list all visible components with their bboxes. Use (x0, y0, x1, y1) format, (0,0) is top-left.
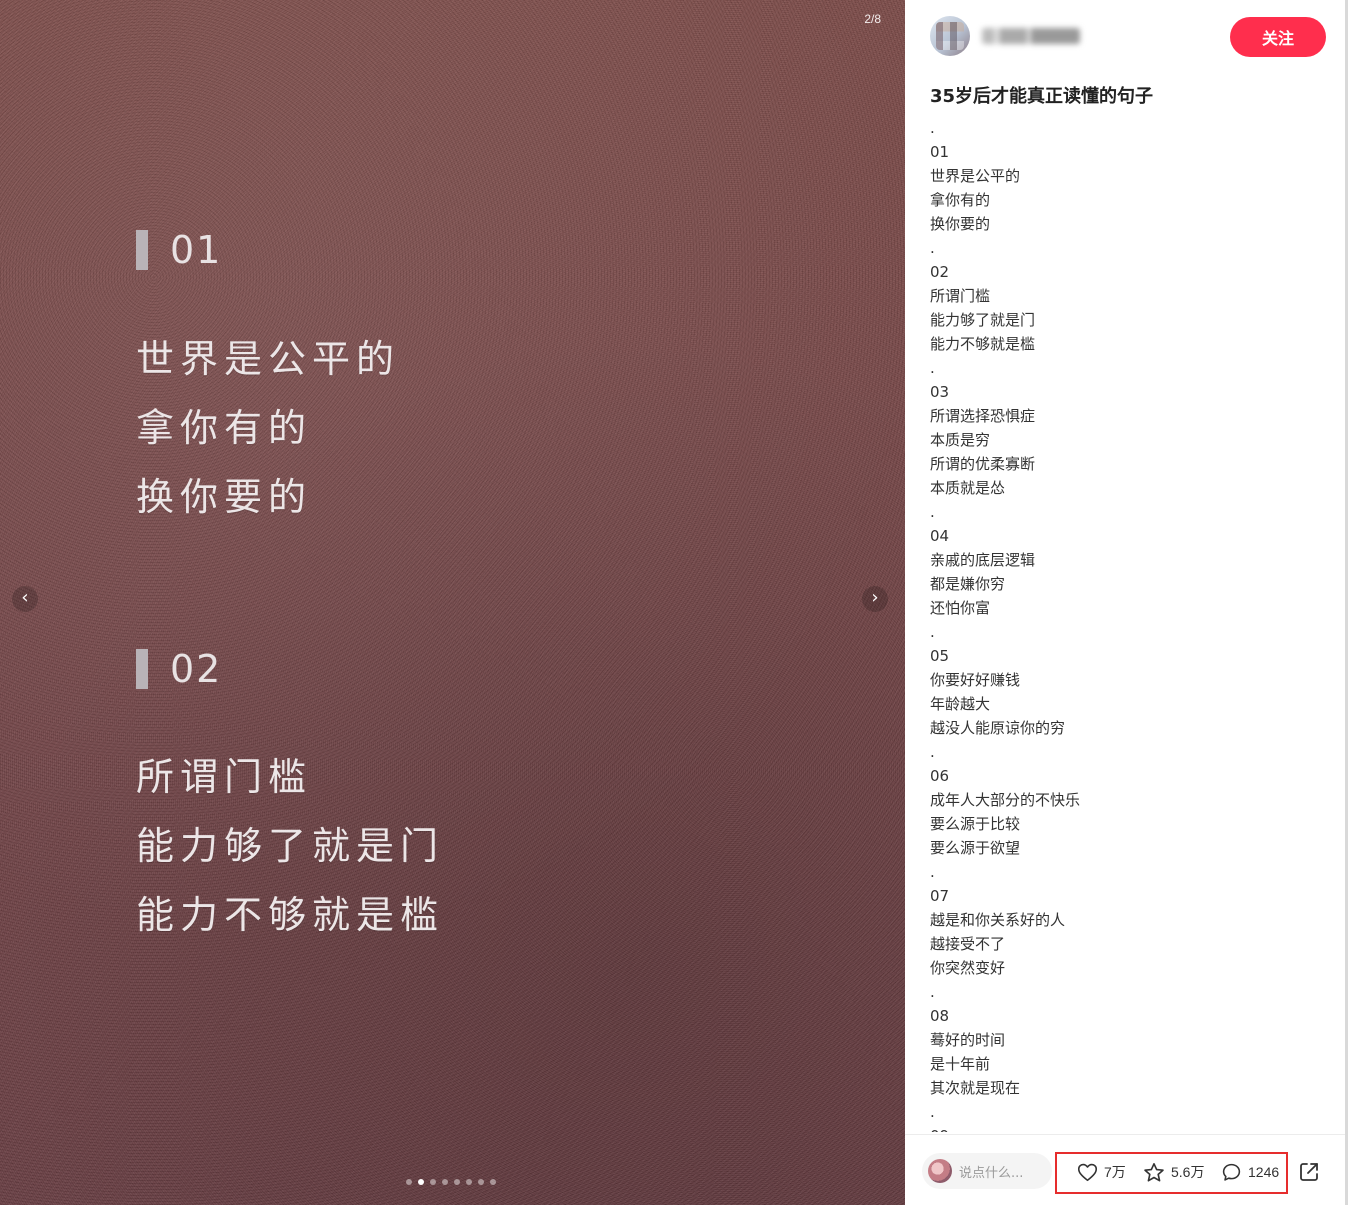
collect-button[interactable]: 5.6万 (1143, 1161, 1204, 1183)
note-text-line: . (930, 623, 935, 641)
engagement-bar: 说点什么... 7万 5.6万 1246 (905, 1134, 1345, 1205)
note-text-line: 所谓的优柔寡断 (930, 455, 1036, 473)
note-text-line: . (930, 1103, 935, 1121)
note-text-line: 能力不够就是槛 (930, 335, 1036, 353)
comment-button[interactable]: 1246 (1221, 1161, 1279, 1183)
note-text-line: 06 (930, 767, 950, 785)
note-text-line: 03 (930, 383, 950, 401)
section-number-text: 02 (170, 647, 223, 691)
image-line: 能力够了就是门 (136, 824, 445, 868)
note-text-line: 还怕你富 (930, 599, 991, 617)
like-count: 7万 (1104, 1164, 1126, 1180)
avatar-mosaic (936, 22, 964, 50)
note-image-viewer[interactable]: 2/8 01 世界是公平的 拿你有的 换你要的 02 所谓门槛 能力够了就是门 … (0, 0, 905, 1205)
note-text-line: . (930, 119, 935, 137)
follow-button[interactable]: 关注 (1230, 17, 1326, 57)
note-text-line: 换你要的 (930, 215, 991, 233)
note-text-line: . (930, 743, 935, 761)
page-counter: 2/8 (864, 12, 881, 26)
note-text-line: 本质就是怂 (930, 479, 1006, 497)
note-text-line: 都是嫌你穷 (930, 575, 1006, 593)
note-text-line: . (930, 239, 935, 257)
image-line: 世界是公平的 (136, 337, 401, 381)
note-text-line: 年龄越大 (930, 695, 991, 713)
carousel-dot[interactable] (466, 1179, 472, 1185)
carousel-dot[interactable] (406, 1179, 412, 1185)
author-name-blurred[interactable] (982, 28, 1080, 44)
note-detail-panel: 关注 35岁后才能真正读懂的句子 . 01 世界是公平的 拿你有的换你要的. 02 所谓门… (905, 0, 1345, 1205)
note-text-line: 你要好好赚钱 (930, 671, 1021, 689)
carousel-dot[interactable] (442, 1179, 448, 1185)
note-text-line: 07 (930, 887, 950, 905)
note-text-line: 要么源于比较 (930, 815, 1021, 833)
star-icon (1144, 1162, 1164, 1182)
image-line: 换你要的 (136, 475, 313, 519)
chevron-left-icon: ‹ (21, 587, 29, 608)
note-text-line: 你突然变好 (930, 959, 1006, 977)
note-text-line: 是十年前 (930, 1055, 991, 1073)
image-line: 所谓门槛 (136, 755, 313, 799)
note-text-line: 越是和你关系好的人 (930, 911, 1066, 929)
note-text-line: 02 (930, 263, 950, 281)
note-text-line: 成年人大部分的不快乐 (930, 791, 1081, 809)
comment-input[interactable]: 说点什么... (922, 1153, 1052, 1189)
note-text-line: 越接受不了 (930, 935, 1006, 953)
note-text-line: 拿你有的 (930, 191, 991, 209)
carousel-dot-active[interactable] (418, 1179, 424, 1185)
section-number-text: 01 (170, 228, 223, 272)
note-text-line: 05 (930, 647, 950, 665)
chevron-right-icon: › (871, 587, 879, 608)
carousel-dots (406, 1179, 496, 1185)
note-text-line: 08 (930, 1007, 950, 1025)
note-text-line: 04 (930, 527, 950, 545)
heart-icon (1077, 1163, 1098, 1182)
wall-texture (0, 0, 905, 1205)
note-text-line: . (930, 863, 935, 881)
note-text-line: 蓦好的时间 (930, 1031, 1006, 1049)
share-button[interactable] (1297, 1160, 1321, 1184)
note-text-line: 本质是穷 (930, 431, 991, 449)
note-text-line: . (930, 359, 935, 377)
section-marker-bar (136, 649, 148, 689)
carousel-dot[interactable] (454, 1179, 460, 1185)
note-text-line: 世界是公平的 (930, 167, 1021, 185)
note-text-line: 能力够了就是门 (930, 311, 1036, 329)
note-text-line: 要么源于欲望 (930, 839, 1021, 857)
image-section-number-01: 01 (136, 228, 222, 272)
like-button[interactable]: 7万 (1077, 1161, 1126, 1183)
note-text-line: . (930, 503, 935, 521)
image-section-number-02: 02 (136, 647, 222, 691)
comment-bubble-icon (1222, 1163, 1241, 1181)
carousel-dot[interactable] (490, 1179, 496, 1185)
author-row: 关注 (930, 16, 1326, 58)
comment-placeholder: 说点什么... (959, 1165, 1024, 1181)
prev-image-button[interactable]: ‹ (12, 586, 38, 612)
note-text-line: 所谓选择恐惧症 (930, 407, 1036, 425)
note-content[interactable]: . 01 世界是公平的 拿你有的换你要的. 02 所谓门槛能力够了就是门 能力不够就是槛. 0… (930, 116, 1326, 1132)
note-text-line: 09 (930, 1124, 1326, 1132)
carousel-dot[interactable] (478, 1179, 484, 1185)
note-text-line: 所谓门槛 (930, 287, 991, 305)
note-text-line: 亲戚的底层逻辑 (930, 551, 1036, 569)
note-text-line: . (930, 983, 935, 1001)
user-avatar (928, 1159, 952, 1183)
note-text-line: 越没人能原谅你的穷 (930, 719, 1066, 737)
next-image-button[interactable]: › (862, 586, 888, 612)
note-text-line: 01 (930, 143, 950, 161)
share-icon (1300, 1163, 1318, 1181)
image-line: 拿你有的 (136, 406, 313, 450)
note-text-line: 其次就是现在 (930, 1079, 1021, 1097)
image-line: 能力不够就是槛 (136, 893, 445, 937)
note-title: 35岁后才能真正读懂的句子 (930, 86, 1154, 107)
carousel-dot[interactable] (430, 1179, 436, 1185)
collect-count: 5.6万 (1171, 1164, 1205, 1180)
comment-count: 1246 (1248, 1164, 1280, 1180)
section-marker-bar (136, 230, 148, 270)
author-avatar[interactable] (930, 16, 970, 56)
